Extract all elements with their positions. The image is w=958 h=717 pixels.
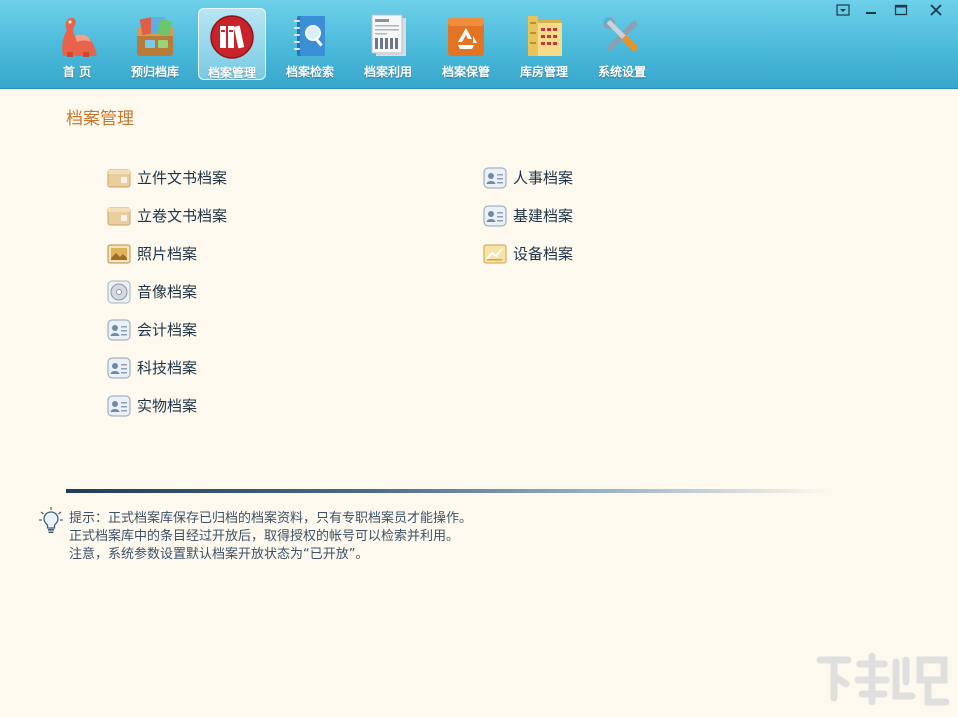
page-title: 档案管理: [66, 109, 134, 129]
link-label: 音像档案: [137, 283, 198, 301]
nav-home-label: 首 页: [62, 65, 92, 79]
article-document-icon: [371, 14, 406, 56]
id-card-icon: [107, 357, 131, 379]
dinosaur-icon: [62, 17, 97, 57]
link-label: 科技档案: [137, 359, 198, 377]
id-card-icon: [107, 319, 131, 341]
nav-archive-management-label: 档案管理: [207, 66, 256, 80]
link-label: 立卷文书档案: [137, 207, 228, 225]
link-item-physical-archive[interactable]: 实物档案: [107, 393, 237, 419]
archive-binders-icon: [210, 15, 254, 59]
link-item-document-archive[interactable]: 立件文书档案: [107, 165, 267, 191]
link-item-personnel-archive[interactable]: 人事档案: [483, 165, 613, 191]
tip-text-line-3: 注意，系统参数设置默认档案开放状态为“已开放”。: [69, 547, 369, 562]
nav-archive-use-button[interactable]: 档案利用: [354, 8, 422, 80]
link-item-tech-archive[interactable]: 科技档案: [107, 355, 237, 381]
section-divider: [66, 489, 830, 493]
minimize-icon[interactable]: [862, 3, 880, 17]
link-item-audio-video-archive[interactable]: 音像档案: [107, 279, 237, 305]
top-toolbar: 首 页 预归档库 档案管理 档案检索 档案利用 档案保管 库房管理 系统设置: [0, 0, 958, 89]
lightbulb-icon: [39, 507, 63, 534]
nav-archive-custody-label: 档案保管: [441, 65, 490, 79]
id-card-icon: [483, 205, 507, 227]
pre-archive-box-icon: [137, 16, 173, 56]
nav-archive-search-label: 档案检索: [285, 65, 334, 79]
tip-text-line-1: 提示：正式档案库保存已归档的档案资料，只有专职档案员才能操作。: [69, 511, 473, 526]
id-card-icon: [483, 167, 507, 189]
nav-pre-archive-button[interactable]: 预归档库: [121, 8, 189, 80]
wrench-screwdriver-icon: [603, 17, 639, 52]
link-label: 会计档案: [137, 321, 198, 339]
nav-archive-use-label: 档案利用: [363, 65, 412, 79]
folder-doc-icon: [107, 169, 131, 188]
tip-text-line-2: 正式档案库中的条目经过开放后，取得授权的帐号可以检索并利用。: [69, 529, 460, 544]
recycle-box-icon: [448, 18, 484, 56]
equipment-chart-icon: [483, 244, 507, 264]
disc-icon: [107, 280, 131, 304]
id-card-icon: [107, 395, 131, 417]
search-notebook-icon: [294, 16, 325, 56]
link-item-photo-archive[interactable]: 照片档案: [107, 241, 237, 267]
nav-archive-management-button[interactable]: 档案管理: [198, 8, 266, 80]
link-label: 照片档案: [137, 245, 198, 263]
link-label: 基建档案: [513, 207, 574, 225]
link-label: 人事档案: [513, 169, 574, 187]
close-icon[interactable]: [927, 3, 945, 17]
nav-pre-archive-label: 预归档库: [130, 65, 179, 79]
link-label: 立件文书档案: [137, 169, 228, 187]
nav-system-settings-label: 系统设置: [597, 65, 646, 79]
menu-icon[interactable]: [834, 3, 852, 17]
link-item-equipment-archive[interactable]: 设备档案: [483, 241, 613, 267]
nav-storage-management-label: 库房管理: [519, 65, 568, 79]
link-item-accounting-archive[interactable]: 会计档案: [107, 317, 237, 343]
maximize-icon[interactable]: [892, 3, 910, 17]
nav-system-settings-button[interactable]: 系统设置: [588, 8, 656, 80]
photo-icon: [107, 244, 131, 264]
link-item-volume-document-archive[interactable]: 立卷文书档案: [107, 203, 267, 229]
nav-archive-search-button[interactable]: 档案检索: [276, 8, 344, 80]
link-label: 实物档案: [137, 397, 198, 415]
watermark-logo: [816, 652, 950, 706]
link-item-construction-archive[interactable]: 基建档案: [483, 203, 613, 229]
folder-doc-icon: [107, 207, 131, 226]
nav-home-button[interactable]: 首 页: [43, 8, 111, 80]
nav-archive-custody-button[interactable]: 档案保管: [432, 8, 500, 80]
link-label: 设备档案: [513, 245, 574, 263]
storage-shelves-icon: [528, 16, 562, 56]
nav-storage-management-button[interactable]: 库房管理: [510, 8, 578, 80]
